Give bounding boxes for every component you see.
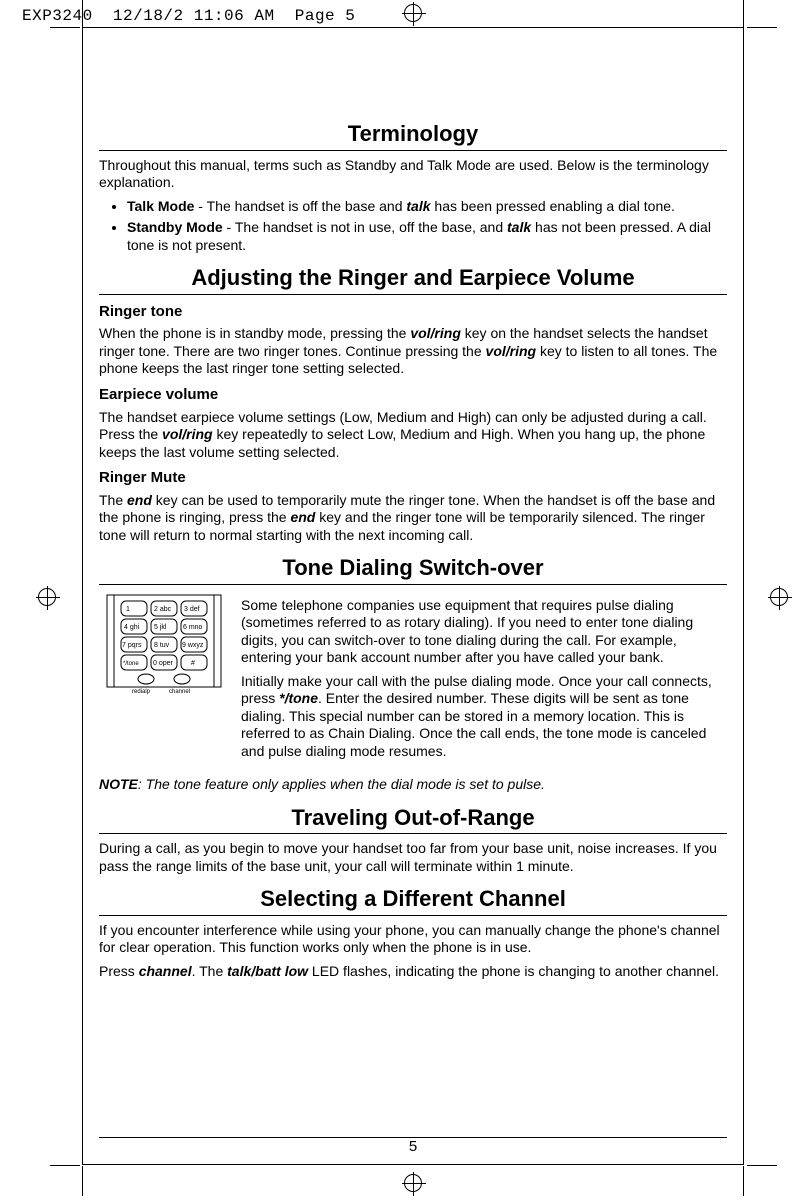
key-name: talk xyxy=(406,198,430,214)
key-name: talk/batt low xyxy=(227,963,308,979)
key-name: vol/ring xyxy=(486,343,537,359)
note-label: NOTE xyxy=(99,776,138,792)
key-name: talk xyxy=(507,219,531,235)
registration-mark-icon xyxy=(404,1174,422,1192)
keypad-key-label: 3 def xyxy=(184,606,200,613)
list-item: Standby Mode - The handset is not in use… xyxy=(127,219,727,254)
keypad-key-label: */tone xyxy=(123,661,139,667)
body-text: - The handset is off the base and xyxy=(194,198,406,214)
content-area: Terminology Throughout this manual, term… xyxy=(99,110,727,986)
channel-body-1: If you encounter interference while usin… xyxy=(99,922,727,957)
registration-mark-icon xyxy=(770,588,788,606)
keypad-key-label: 9 wxyz xyxy=(182,642,204,649)
standby-mode-label: Standby Mode xyxy=(127,219,223,235)
crop-mark-icon xyxy=(82,1166,83,1196)
key-name: end xyxy=(127,492,152,508)
crop-mark-icon xyxy=(747,1165,777,1166)
ringer-tone-heading: Ringer tone xyxy=(99,303,727,322)
manual-page: EXP3240 12/18/2 11:06 AM Page 5 Terminol… xyxy=(0,0,811,1200)
tone-switch-text: Some telephone companies use equipment t… xyxy=(241,593,727,767)
registration-mark-icon xyxy=(404,4,422,22)
section-title-channel: Selecting a Different Channel xyxy=(99,885,727,913)
body-text: Press xyxy=(99,963,139,979)
section-title-volume: Adjusting the Ringer and Earpiece Volume xyxy=(99,264,727,292)
terminology-intro: Throughout this manual, terms such as St… xyxy=(99,157,727,192)
talk-mode-label: Talk Mode xyxy=(127,198,194,214)
crop-mark-icon xyxy=(747,27,777,28)
ringer-mute-body: The end key can be used to temporarily m… xyxy=(99,492,727,545)
key-name: */tone xyxy=(279,690,318,706)
crop-mark-icon xyxy=(50,27,80,28)
body-text: has been pressed enabling a dial tone. xyxy=(431,198,675,214)
body-text: Some telephone companies use equipment t… xyxy=(241,597,727,667)
earpiece-volume-body: The handset earpiece volume settings (Lo… xyxy=(99,409,727,462)
keypad-key-label: 2 abc xyxy=(154,606,172,613)
body-text: Initially make your call with the pulse … xyxy=(241,673,727,761)
key-name: vol/ring xyxy=(410,325,461,341)
ringer-tone-body: When the phone is in standby mode, press… xyxy=(99,325,727,378)
body-text: When the phone is in standby mode, press… xyxy=(99,325,410,341)
page-number: 5 xyxy=(99,1138,727,1157)
body-text: : The tone feature only applies when the… xyxy=(138,776,545,792)
section-title-tone-switch: Tone Dialing Switch-over xyxy=(99,554,727,582)
note-text: NOTE: The tone feature only applies when… xyxy=(99,776,727,794)
keypad-key-label: 0 oper xyxy=(153,660,174,667)
keypad-key-label: 8 tuv xyxy=(154,642,170,649)
key-name: channel xyxy=(139,963,192,979)
divider xyxy=(99,294,727,295)
keypad-key-label: 4 ghi xyxy=(124,624,140,631)
print-job-header: EXP3240 12/18/2 11:06 AM Page 5 xyxy=(22,6,355,26)
body-text: The xyxy=(99,492,127,508)
section-title-terminology: Terminology xyxy=(99,120,727,148)
registration-mark-icon xyxy=(38,588,56,606)
body-text: - The handset is not in use, off the bas… xyxy=(223,219,507,235)
divider xyxy=(99,915,727,916)
crop-mark-icon xyxy=(743,0,744,30)
keypad-key-label: 1 xyxy=(126,606,130,613)
tone-switch-row: .kt { font: 7px Helvetica, Arial, sans-s… xyxy=(99,593,727,767)
crop-mark-icon xyxy=(743,1166,744,1196)
keypad-key-label: 5 jkl xyxy=(154,624,167,631)
keypad-key-label: 7 pqrs xyxy=(122,642,142,649)
terminology-list: Talk Mode - The handset is off the base … xyxy=(127,198,727,255)
crop-mark-icon xyxy=(50,1165,80,1166)
keypad-caption: channel xyxy=(169,689,190,695)
body-text: LED flashes, indicating the phone is cha… xyxy=(308,963,719,979)
section-title-out-of-range: Traveling Out-of-Range xyxy=(99,804,727,832)
divider xyxy=(99,150,727,151)
divider xyxy=(99,833,727,834)
key-name: vol/ring xyxy=(162,426,213,442)
earpiece-volume-heading: Earpiece volume xyxy=(99,386,727,405)
crop-mark-icon xyxy=(82,0,83,30)
keypad-illustration-icon: .kt { font: 7px Helvetica, Arial, sans-s… xyxy=(99,593,229,708)
channel-body-2: Press channel. The talk/batt low LED fla… xyxy=(99,963,727,981)
ringer-mute-heading: Ringer Mute xyxy=(99,469,727,488)
list-item: Talk Mode - The handset is off the base … xyxy=(127,198,727,216)
out-of-range-body: During a call, as you begin to move your… xyxy=(99,840,727,875)
keypad-key-label: # xyxy=(191,660,195,667)
keypad-caption: redialp xyxy=(132,689,151,695)
body-text: . The xyxy=(192,963,228,979)
key-name: end xyxy=(290,509,315,525)
divider xyxy=(99,584,727,585)
keypad-key-label: 6 mno xyxy=(183,624,203,631)
